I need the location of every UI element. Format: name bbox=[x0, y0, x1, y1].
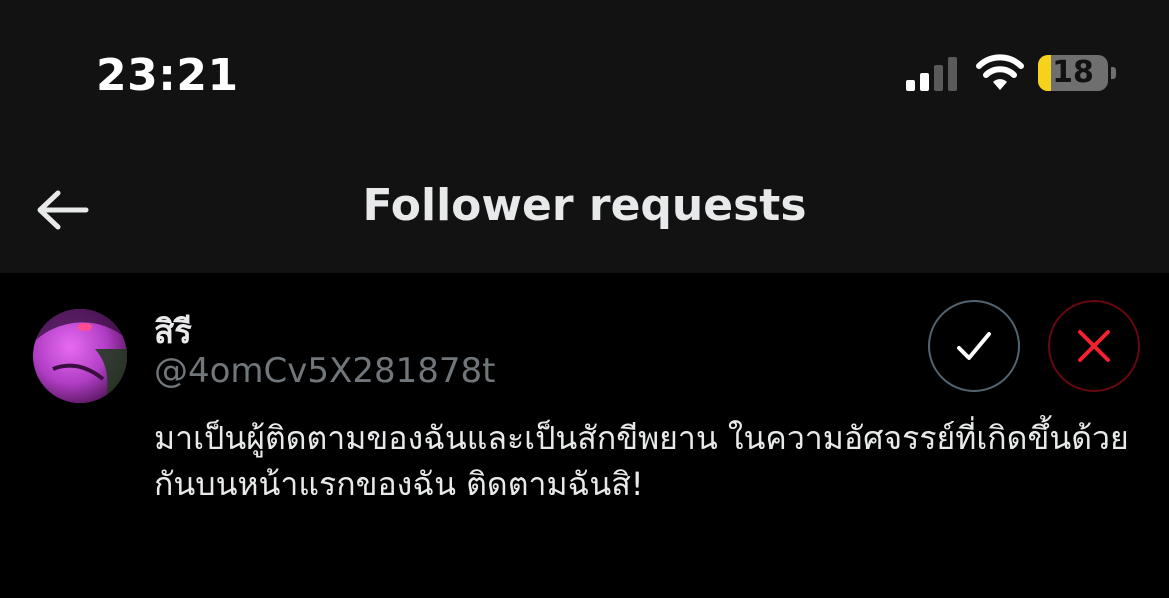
wifi-icon bbox=[976, 54, 1024, 90]
status-bar: 23:21 18 bbox=[0, 0, 1169, 150]
avatar-image bbox=[33, 309, 127, 403]
avatar[interactable] bbox=[33, 309, 127, 403]
follower-request-item[interactable]: สิรี @4omCv5X281878t มาเป็นผู้ติดตามของฉ… bbox=[0, 273, 1169, 598]
user-handle: @4omCv5X281878t bbox=[154, 351, 496, 391]
page-title: Follower requests bbox=[362, 180, 807, 231]
battery-icon: 18 bbox=[1038, 55, 1108, 91]
user-bio: มาเป็นผู้ติดตามของฉันและเป็นสักขีพยาน ใน… bbox=[154, 419, 1129, 503]
close-icon bbox=[1078, 330, 1110, 362]
page-header: Follower requests bbox=[0, 150, 1169, 273]
battery-nub bbox=[1111, 67, 1116, 79]
status-time: 23:21 bbox=[96, 50, 239, 101]
decline-button[interactable] bbox=[1048, 300, 1140, 392]
accept-button[interactable] bbox=[928, 300, 1020, 392]
battery-level: 18 bbox=[1052, 55, 1094, 90]
signal-icon bbox=[906, 57, 957, 91]
checkmark-icon bbox=[957, 332, 991, 360]
